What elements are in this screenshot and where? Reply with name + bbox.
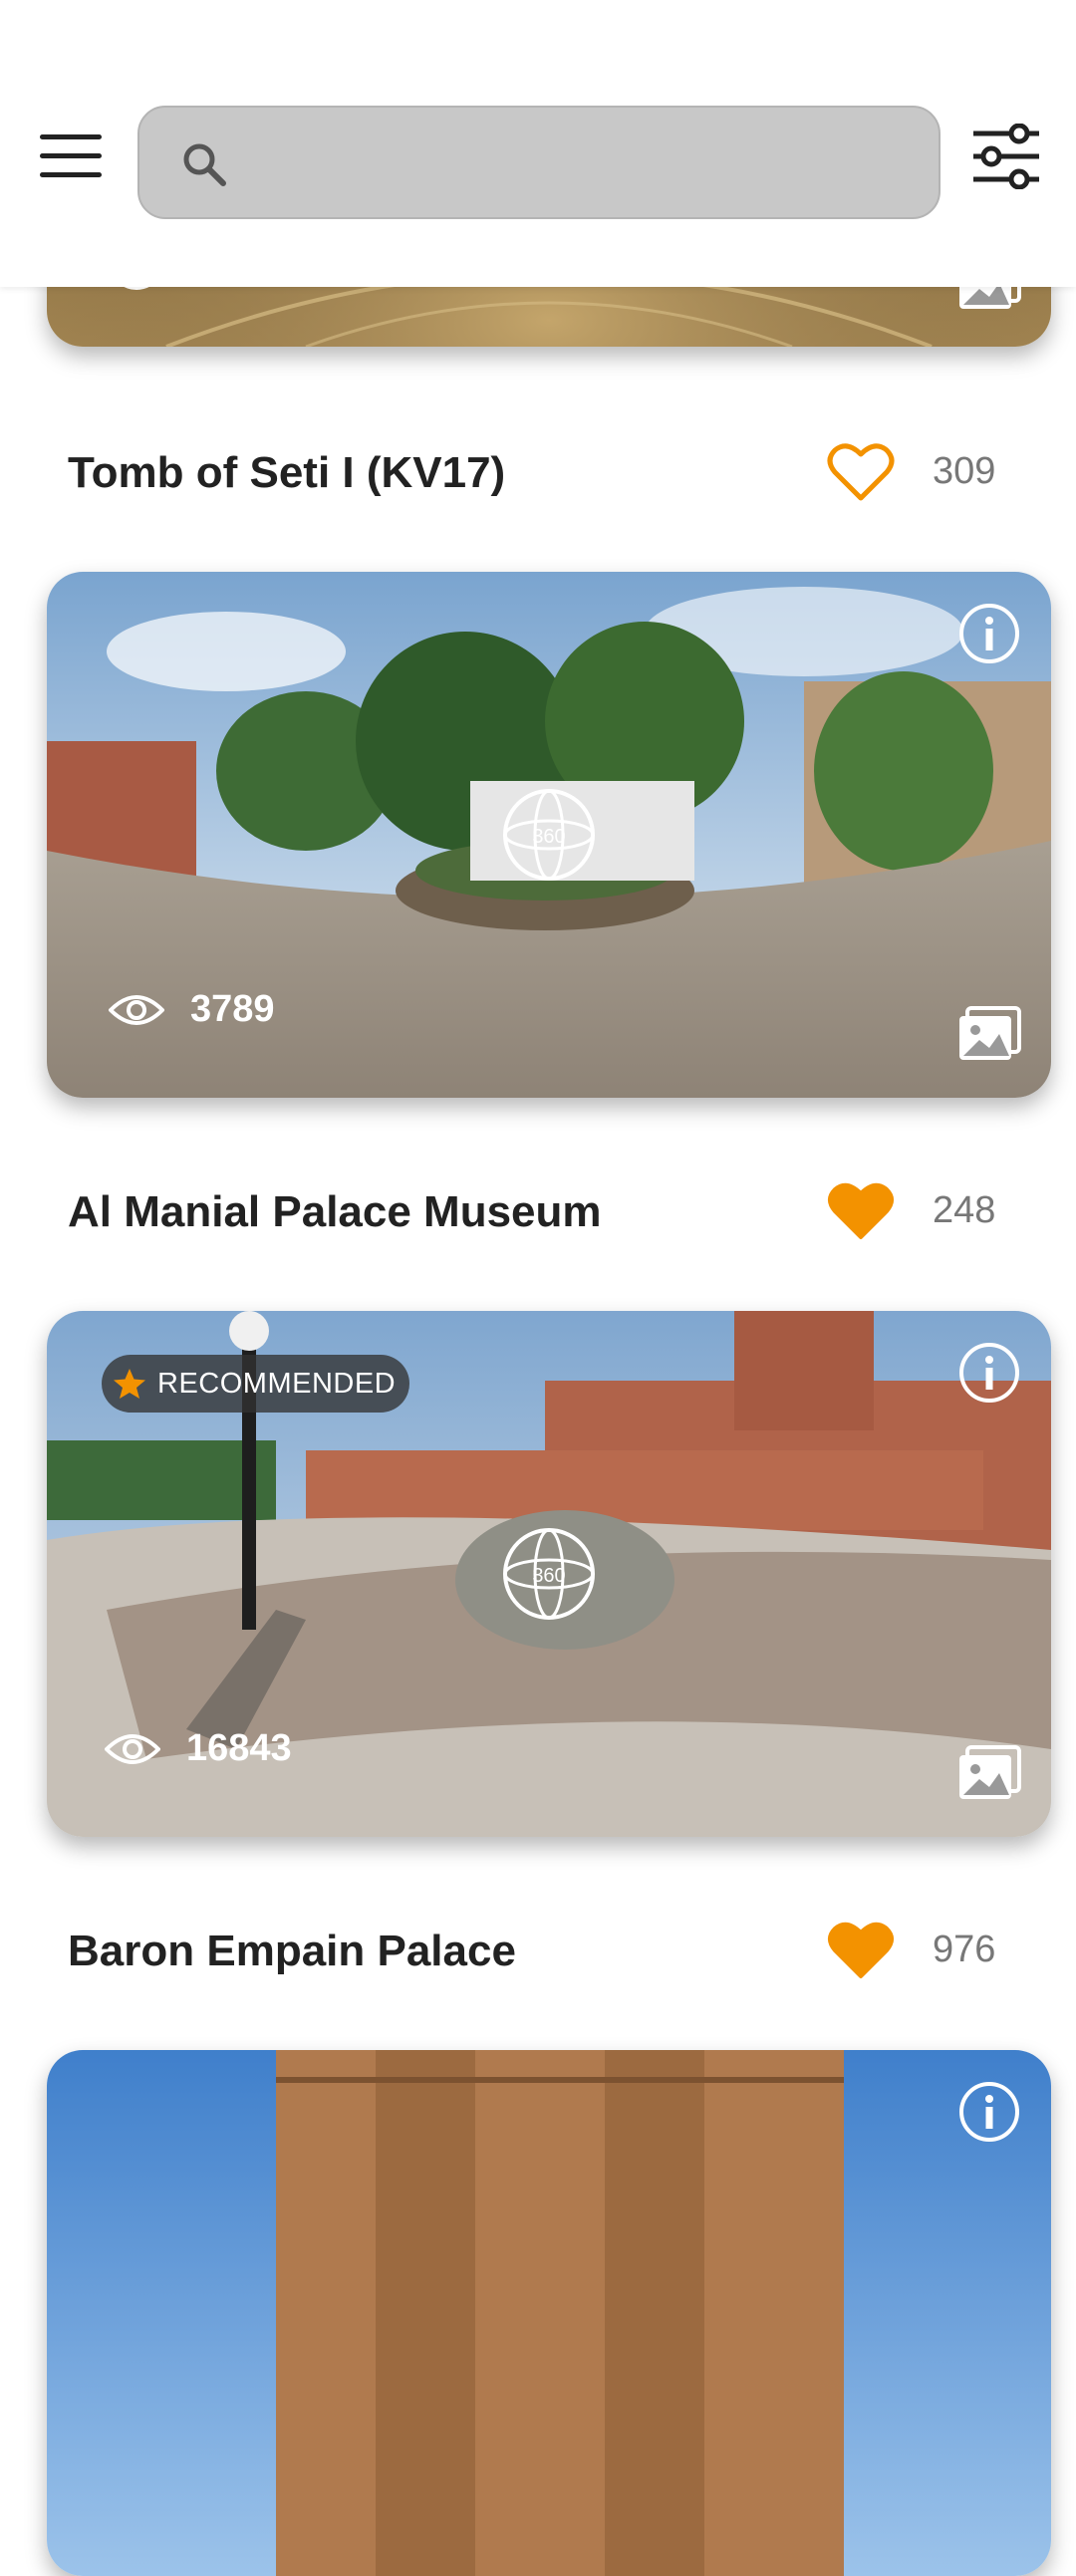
like-count: 248 xyxy=(933,1189,996,1231)
like-count: 309 xyxy=(933,450,996,492)
view-count-value: 16843 xyxy=(186,1727,292,1769)
view-count: 3789 xyxy=(109,988,275,1031)
sliders-icon[interactable] xyxy=(971,124,1041,189)
info-icon[interactable] xyxy=(957,602,1021,665)
badge-label: RECOMMENDED xyxy=(157,1367,397,1400)
gallery-icon[interactable] xyxy=(957,1006,1021,1062)
heart-icon[interactable] xyxy=(827,1919,895,1982)
place-title: Tomb of Seti I (KV17) xyxy=(68,448,506,497)
search-input[interactable] xyxy=(249,128,901,199)
place-row-0[interactable]: Tomb of Seti I (KV17) 309 xyxy=(68,434,1024,514)
eye-icon xyxy=(109,994,164,1025)
tour-card-2[interactable]: RECOMMENDED 360 16843 xyxy=(47,1311,1051,1837)
search-icon xyxy=(183,143,226,186)
search-bar[interactable] xyxy=(137,106,941,219)
heart-icon[interactable] xyxy=(827,440,895,504)
info-icon[interactable] xyxy=(957,2080,1021,2144)
view-count-value: 3789 xyxy=(190,988,275,1030)
view-count: 16843 xyxy=(105,1727,292,1770)
svg-text:360: 360 xyxy=(532,1565,565,1587)
top-bar xyxy=(0,0,1076,287)
tour-card-3[interactable] xyxy=(47,2050,1051,2576)
360-icon[interactable]: 360 xyxy=(501,787,597,883)
menu-icon[interactable] xyxy=(40,134,102,177)
like-count: 976 xyxy=(933,1929,996,1970)
place-row-1[interactable]: Al Manial Palace Museum 248 xyxy=(68,1173,1024,1253)
tour-card-1[interactable]: 360 3789 xyxy=(47,572,1051,1098)
svg-text:360: 360 xyxy=(532,826,565,848)
place-row-2[interactable]: Baron Empain Palace 976 xyxy=(68,1913,1024,1992)
gallery-icon[interactable] xyxy=(957,1745,1021,1801)
star-icon xyxy=(114,1369,145,1399)
heart-icon[interactable] xyxy=(827,1179,895,1243)
eye-icon xyxy=(105,1733,160,1764)
360-icon[interactable]: 360 xyxy=(501,1526,597,1622)
place-title: Al Manial Palace Museum xyxy=(68,1187,602,1236)
place-title: Baron Empain Palace xyxy=(68,1927,516,1975)
tour-image xyxy=(47,2050,1051,2576)
recommended-badge: RECOMMENDED xyxy=(102,1355,410,1413)
info-icon[interactable] xyxy=(957,1341,1021,1405)
